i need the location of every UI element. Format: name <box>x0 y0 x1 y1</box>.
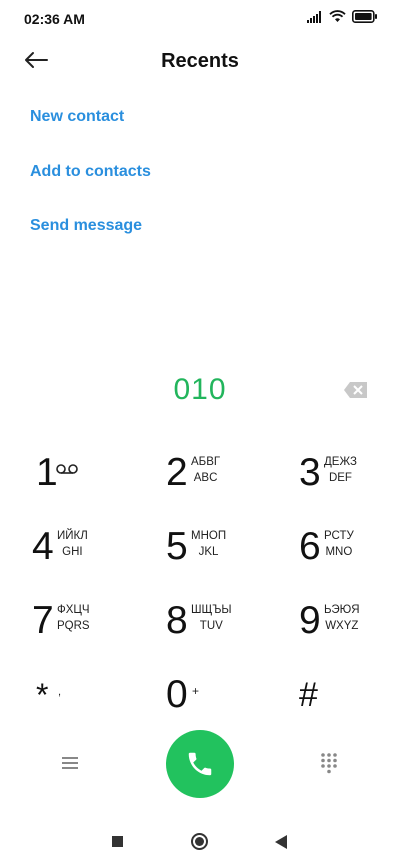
system-nav-bar <box>0 826 400 858</box>
key-letters: АБВГ ABC <box>191 454 220 486</box>
key-letters-latin: GHI <box>62 546 83 558</box>
key-star[interactable]: * , <box>36 672 156 736</box>
key-digit: 0 <box>166 673 188 716</box>
key-letters-cyrillic: МНОП <box>191 530 227 542</box>
wifi-icon <box>329 10 346 22</box>
key-letters: МНОП JKL <box>191 528 226 560</box>
key-7[interactable]: 7 ФХЦЧ PQRS <box>32 598 152 662</box>
dialer-bottom-bar <box>0 730 400 800</box>
key-letters-cyrillic: АБВГ <box>191 456 221 468</box>
key-letters-cyrillic: ДЕЖЗ <box>324 456 357 468</box>
key-letters: ИЙКЛ GHI <box>57 528 88 560</box>
key-letters-cyrillic: ИЙКЛ <box>57 530 88 542</box>
key-digit: 2 <box>166 451 188 494</box>
status-time: 02:36 AM <box>24 11 85 27</box>
status-icons <box>307 10 378 23</box>
key-1[interactable]: 1 <box>36 450 156 514</box>
menu-icon[interactable] <box>60 755 80 771</box>
action-list: New contact Add to contacts Send message <box>30 106 151 270</box>
key-secondary: , <box>58 686 62 698</box>
page-title: Recents <box>161 50 239 72</box>
key-digit: # <box>299 676 318 714</box>
key-9[interactable]: 9 ЬЭЮЯ WXYZ <box>299 598 400 662</box>
key-letters-latin: PQRS <box>57 620 90 632</box>
key-letters: ФХЦЧ PQRS <box>57 602 90 634</box>
key-digit: 7 <box>32 599 54 642</box>
signal-icon <box>307 10 321 23</box>
key-letters-cyrillic: РСТУ <box>324 530 354 542</box>
key-digit: 3 <box>299 451 321 494</box>
key-digit: 9 <box>299 599 321 642</box>
key-digit: 4 <box>32 525 54 568</box>
key-letters: ДЕЖЗ DEF <box>324 454 357 486</box>
key-letters-latin: JKL <box>198 546 219 558</box>
key-4[interactable]: 4 ИЙКЛ GHI <box>32 524 152 588</box>
key-letters-latin: ABC <box>193 472 218 484</box>
add-to-contacts-link[interactable]: Add to contacts <box>30 161 151 216</box>
key-8[interactable]: 8 ШЩЪЫ TUV <box>166 598 286 662</box>
back-triangle-icon[interactable] <box>275 835 287 849</box>
send-message-link[interactable]: Send message <box>30 215 151 270</box>
key-0[interactable]: 0 + <box>166 672 286 736</box>
key-digit: * <box>36 677 49 713</box>
home-circle-icon[interactable] <box>191 833 208 850</box>
recents-square-icon[interactable] <box>112 836 123 847</box>
key-letters: РСТУ MNO <box>324 528 354 560</box>
key-letters-cyrillic: ФХЦЧ <box>57 604 90 616</box>
dialpad-icon[interactable] <box>320 752 338 774</box>
voicemail-icon <box>56 464 78 474</box>
key-digit: 6 <box>299 525 321 568</box>
key-letters-latin: MNO <box>325 546 353 558</box>
key-hash[interactable]: # <box>299 672 400 736</box>
dialed-number: 010 <box>173 373 227 406</box>
header: Recents <box>0 40 400 84</box>
key-letters-cyrillic: ШЩЪЫ <box>191 604 232 616</box>
key-5[interactable]: 5 МНОП JKL <box>166 524 286 588</box>
call-button[interactable] <box>166 730 234 798</box>
key-digit: 1 <box>36 451 58 494</box>
battery-icon <box>352 10 377 23</box>
key-3[interactable]: 3 ДЕЖЗ DEF <box>299 450 400 514</box>
key-digit: 5 <box>166 525 188 568</box>
phone-icon <box>188 752 212 776</box>
status-bar: 02:36 AM <box>0 0 400 36</box>
new-contact-link[interactable]: New contact <box>30 106 151 161</box>
key-letters-latin: TUV <box>199 620 223 632</box>
backspace-icon[interactable] <box>343 380 369 400</box>
key-6[interactable]: 6 РСТУ MNO <box>299 524 400 588</box>
key-letters-latin: DEF <box>328 472 352 484</box>
key-digit: 8 <box>166 599 188 642</box>
key-letters-latin: WXYZ <box>325 620 359 632</box>
key-secondary: + <box>192 684 200 698</box>
key-letters-cyrillic: ЬЭЮЯ <box>324 604 360 616</box>
key-letters: ЬЭЮЯ WXYZ <box>324 602 360 634</box>
key-2[interactable]: 2 АБВГ ABC <box>166 450 286 514</box>
key-letters: ШЩЪЫ TUV <box>191 602 232 634</box>
